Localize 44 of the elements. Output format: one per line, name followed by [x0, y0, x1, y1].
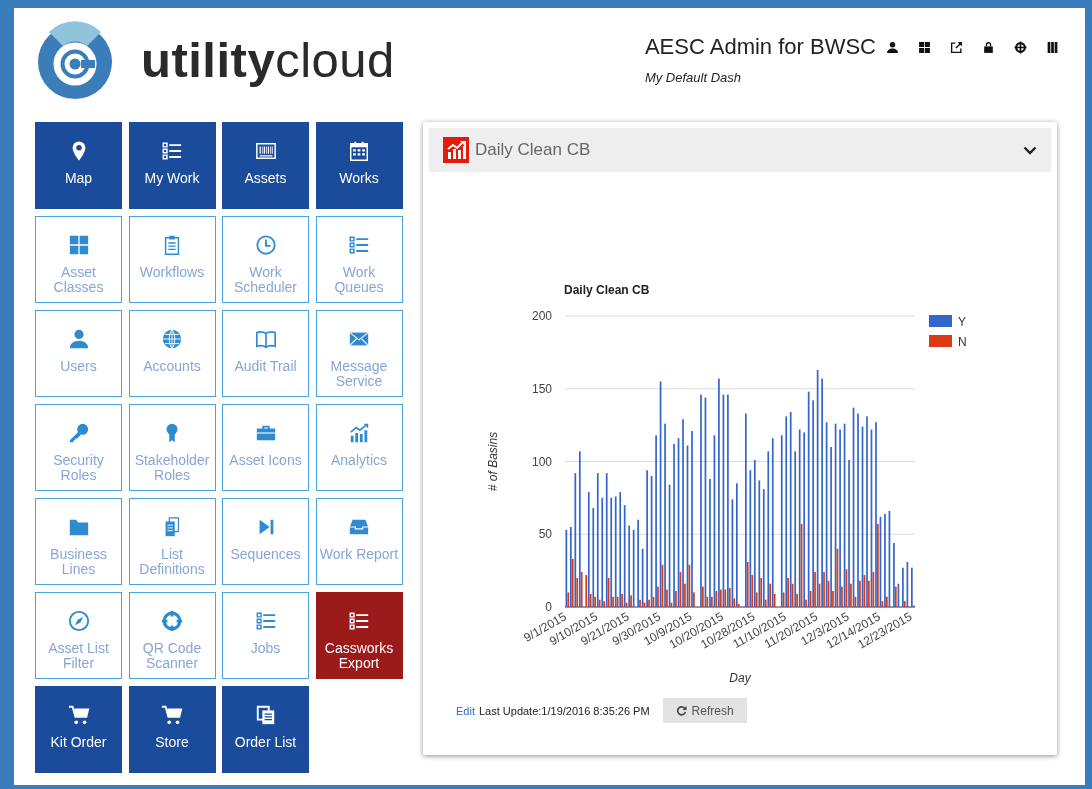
- nav-tile[interactable]: My Work: [128, 122, 216, 209]
- nav-tile[interactable]: Cassworks Export: [315, 592, 403, 679]
- nav-tile[interactable]: Jobs: [222, 592, 309, 679]
- nav-tile[interactable]: Work Report: [315, 498, 403, 585]
- chart-title: Daily Clean CB: [564, 283, 650, 297]
- nav-tile[interactable]: Workflows: [128, 216, 216, 303]
- edit-link[interactable]: Edit: [456, 704, 475, 717]
- axis-tick-label: 50: [538, 527, 552, 542]
- nav-tile[interactable]: Audit Trail: [222, 310, 309, 397]
- nav-tile[interactable]: Store: [128, 686, 216, 773]
- nav-tile[interactable]: Security Roles: [35, 404, 122, 491]
- axis-title: Day: [729, 671, 751, 685]
- user-name: AESC Admin for BWSC: [644, 34, 876, 60]
- axis-title: # of Basins: [486, 431, 500, 492]
- nav-tile[interactable]: Asset Icons: [222, 404, 309, 491]
- nav-tile[interactable]: Stakeholder Roles: [128, 404, 216, 491]
- nav-tile[interactable]: Kit Order: [35, 686, 122, 773]
- nav-tile[interactable]: Message Service: [315, 310, 403, 397]
- nav-tile[interactable]: Analytics: [315, 404, 403, 491]
- axis-tick-label: 150: [531, 381, 552, 396]
- nav-tile[interactable]: Asset List Filter: [35, 592, 122, 679]
- axis-tick-label: 100: [531, 454, 552, 469]
- nav-tile[interactable]: Map: [35, 122, 122, 209]
- legend-label: N: [958, 335, 967, 349]
- nav-tile[interactable]: Users: [35, 310, 122, 397]
- refresh-button[interactable]: Refresh: [662, 698, 747, 723]
- nav-tile[interactable]: Works: [315, 122, 403, 209]
- nav-tile[interactable]: Sequences: [222, 498, 309, 585]
- nav-tile[interactable]: Work Scheduler: [222, 216, 309, 303]
- widget-title: Daily Clean CB: [475, 140, 591, 160]
- nav-tile[interactable]: Work Queues: [315, 216, 403, 303]
- logo-text: utilitycloud: [141, 35, 395, 85]
- axis-tick-label: 0: [545, 600, 552, 614]
- nav-tile[interactable]: Assets: [222, 122, 309, 209]
- nav-tile[interactable]: QR Code Scanner: [128, 592, 216, 679]
- nav-tile[interactable]: Business Lines: [35, 498, 122, 585]
- legend-label: Y: [958, 315, 966, 329]
- nav-tile[interactable]: Order List: [222, 686, 309, 773]
- dashboard-name: My Default Dash: [644, 70, 742, 85]
- last-update-text: Last Update:1/19/2016 8:35:26 PM: [478, 704, 650, 717]
- axis-tick-label: 200: [531, 309, 552, 323]
- nav-tile[interactable]: Accounts: [128, 310, 216, 397]
- nav-tile[interactable]: List Definitions: [128, 498, 216, 585]
- nav-tile[interactable]: Asset Classes: [35, 216, 122, 303]
